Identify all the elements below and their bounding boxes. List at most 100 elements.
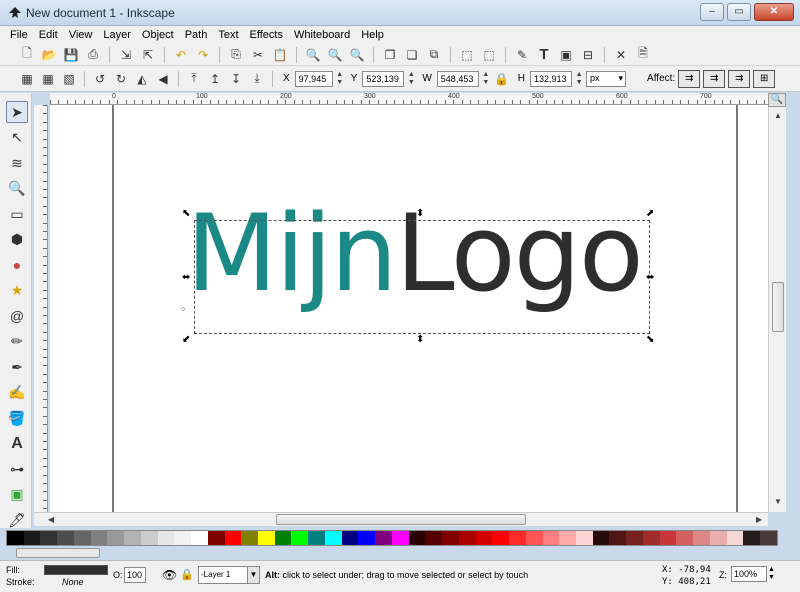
flip-horizontal-icon[interactable]: ◭ — [133, 70, 151, 88]
group-icon[interactable]: ⬚ — [458, 46, 476, 64]
scale-handle-nw-icon[interactable]: ⬉ — [182, 209, 190, 219]
stroke-value[interactable]: None — [62, 577, 84, 587]
palette-swatch[interactable] — [207, 531, 225, 545]
palette-swatch[interactable] — [241, 531, 259, 545]
affect-stroke-button[interactable]: ⇉ — [678, 69, 701, 88]
menu-edit[interactable]: Edit — [39, 29, 58, 41]
deselect-icon[interactable]: ▧ — [60, 70, 78, 88]
zoom-page-icon[interactable]: 🔍 — [348, 46, 366, 64]
drawing-canvas[interactable]: MijnLogo ⬉ ⬍ ⬈ ⬌ ⬌ ⬋ ⬍ ⬊ ○ — [50, 105, 768, 512]
zoom-selection-icon[interactable]: 🔍 — [304, 46, 322, 64]
palette-swatch[interactable] — [308, 531, 325, 545]
palette-swatch[interactable] — [358, 531, 376, 545]
scale-handle-sw-icon[interactable]: ⬋ — [182, 335, 190, 345]
menu-file[interactable]: File — [10, 29, 28, 41]
paste-icon[interactable]: 📋 — [271, 46, 289, 64]
palette-swatch[interactable] — [124, 531, 141, 545]
open-icon[interactable]: 📂 — [40, 46, 58, 64]
palette-swatch[interactable] — [609, 531, 627, 545]
horizontal-scroll-thumb[interactable] — [276, 514, 526, 525]
palette-scrollbar[interactable] — [16, 548, 100, 558]
gradient-tool-icon[interactable]: ▣ — [6, 484, 28, 506]
calligraphy-tool-icon[interactable]: ✍ — [6, 382, 28, 404]
visibility-eye-icon[interactable]: 👁 — [162, 568, 177, 582]
menu-path[interactable]: Path — [185, 29, 208, 41]
import-icon[interactable]: ⇲ — [117, 46, 135, 64]
h-spinner[interactable]: ▲ ▼ — [575, 71, 583, 87]
scroll-left-icon[interactable]: ◀ — [48, 515, 54, 524]
xml-editor-icon[interactable]: ▣ — [557, 46, 575, 64]
layer-lock-icon[interactable]: 🔒 — [180, 568, 194, 581]
lock-ratio-icon[interactable]: 🔒 — [493, 70, 511, 88]
select-all-icon[interactable]: ▦ — [18, 70, 36, 88]
affect-patterns-button[interactable]: ⊞ — [753, 69, 776, 88]
close-button[interactable]: ✕ — [754, 3, 794, 21]
fill-stroke-icon[interactable]: ✎ — [513, 46, 531, 64]
y-input[interactable]: 523,139 — [362, 70, 405, 87]
zoom-spinner[interactable]: ▲ ▼ — [768, 566, 775, 582]
unlink-icon[interactable]: ⧉ — [425, 46, 443, 64]
palette-swatch[interactable] — [157, 531, 175, 545]
cut-icon[interactable]: ✂ — [249, 46, 267, 64]
palette-swatch[interactable] — [642, 531, 660, 545]
palette-swatch[interactable] — [760, 531, 777, 545]
select-all-layers-icon[interactable]: ▦ — [39, 70, 57, 88]
palette-swatch[interactable] — [375, 531, 392, 545]
palette-swatch[interactable] — [726, 531, 744, 545]
3d-box-tool-icon[interactable]: ⬢ — [6, 229, 28, 251]
node-tool-icon[interactable]: ↖ — [6, 127, 28, 149]
tweak-tool-icon[interactable]: ≋ — [6, 152, 28, 174]
palette-swatch[interactable] — [743, 531, 761, 545]
align-icon[interactable]: ⊟ — [579, 46, 597, 64]
unit-select[interactable]: px — [586, 70, 627, 87]
menu-text[interactable]: Text — [218, 29, 238, 41]
pen-tool-icon[interactable]: ✒ — [6, 356, 28, 378]
zoom-input[interactable]: 100% — [731, 566, 767, 582]
menu-effects[interactable]: Effects — [250, 29, 283, 41]
save-icon[interactable]: 💾 — [62, 46, 80, 64]
text-font-icon[interactable]: T — [535, 46, 553, 64]
ungroup-icon[interactable]: ⬚ — [480, 46, 498, 64]
scale-handle-e-icon[interactable]: ⬌ — [646, 273, 654, 283]
vertical-scroll-thumb[interactable] — [772, 282, 784, 332]
export-icon[interactable]: ⇱ — [139, 46, 157, 64]
duplicate-icon[interactable]: ❐ — [381, 46, 399, 64]
vertical-scrollbar[interactable]: ▲ ▼ — [768, 107, 786, 512]
x-spinner[interactable]: ▲ ▼ — [336, 71, 344, 87]
w-spinner[interactable]: ▲ ▼ — [482, 71, 490, 87]
fill-swatch[interactable] — [44, 565, 108, 575]
scale-handle-w-icon[interactable]: ⬌ — [182, 273, 190, 283]
palette-swatch[interactable] — [425, 531, 443, 545]
redo-icon[interactable]: ↷ — [194, 46, 212, 64]
minimize-button[interactable]: – — [700, 3, 724, 21]
zoom-drawing-icon[interactable]: 🔍 — [326, 46, 344, 64]
palette-swatch[interactable] — [23, 531, 41, 545]
palette-swatch[interactable] — [676, 531, 694, 545]
palette-swatch[interactable] — [542, 531, 560, 545]
clone-icon[interactable]: ❏ — [403, 46, 421, 64]
scroll-right-icon[interactable]: ▶ — [756, 515, 762, 524]
palette-swatch[interactable] — [492, 531, 510, 545]
palette-swatch[interactable] — [73, 531, 91, 545]
selector-tool-icon[interactable]: ➤ — [6, 101, 28, 123]
horizontal-scrollbar[interactable]: ◀ ▶ — [34, 512, 768, 526]
menu-whiteboard[interactable]: Whiteboard — [294, 29, 350, 41]
dropper-tool-icon[interactable]: 🖊 — [6, 509, 28, 531]
layer-select[interactable]: -Layer 1 ▼ — [198, 566, 260, 584]
scale-handle-n-icon[interactable]: ⬍ — [416, 209, 424, 219]
palette-swatch[interactable] — [475, 531, 493, 545]
raise-to-top-icon[interactable]: ⤒ — [185, 70, 203, 88]
scale-handle-se-icon[interactable]: ⬊ — [646, 335, 654, 345]
rotate-ccw-icon[interactable]: ↺ — [91, 70, 109, 88]
print-icon[interactable]: ⎙ — [84, 46, 102, 64]
palette-swatch[interactable] — [291, 531, 309, 545]
chevron-down-icon[interactable]: ▼ — [247, 567, 259, 583]
palette-swatch[interactable] — [40, 531, 58, 545]
menu-view[interactable]: View — [69, 29, 93, 41]
palette-swatch[interactable] — [224, 531, 242, 545]
palette-swatch[interactable] — [341, 531, 359, 545]
copy-icon[interactable]: ⎘ — [227, 46, 245, 64]
rectangle-tool-icon[interactable]: ▭ — [6, 203, 28, 225]
y-spinner[interactable]: ▲ ▼ — [407, 71, 415, 87]
palette-swatch[interactable] — [274, 531, 292, 545]
